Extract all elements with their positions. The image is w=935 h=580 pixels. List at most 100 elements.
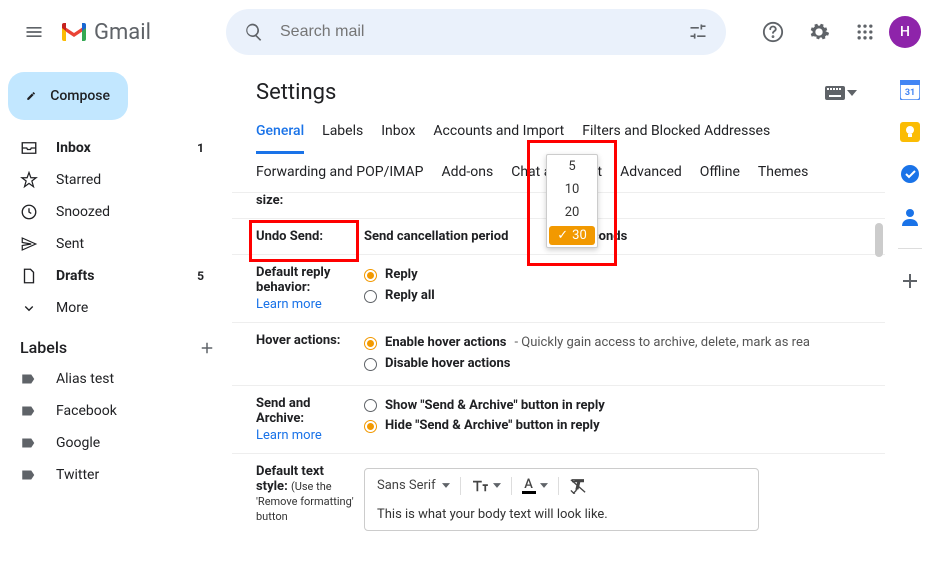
help-icon	[762, 21, 784, 43]
sidebar: Compose Inbox1StarredSnoozedSentDrafts5M…	[0, 64, 232, 580]
search-bar[interactable]	[226, 9, 726, 55]
send-archive-option[interactable]: Show "Send & Archive" button in reply	[364, 396, 861, 417]
chevron-down-icon	[540, 483, 548, 488]
radio-icon	[364, 269, 377, 282]
tab-general[interactable]: General	[256, 113, 304, 154]
tab-themes[interactable]: Themes	[758, 154, 808, 192]
contacts-app-icon[interactable]	[900, 206, 920, 226]
sidebar-item-snoozed[interactable]: Snoozed	[0, 196, 220, 228]
sidebar-item-drafts[interactable]: Drafts5	[0, 260, 220, 292]
label-item-alias-test[interactable]: Alias test	[0, 363, 220, 395]
settings-title: Settings	[256, 80, 336, 105]
undo-send-option-10[interactable]: 10	[547, 178, 597, 201]
apps-icon	[855, 22, 875, 42]
hover-action-option[interactable]: Disable hover actions	[364, 354, 861, 375]
text-color-button[interactable]: A	[522, 478, 548, 494]
keep-app-icon[interactable]	[900, 122, 920, 142]
dropdown-caret-icon	[847, 90, 857, 96]
compose-button[interactable]: Compose	[8, 72, 128, 120]
support-button[interactable]	[751, 10, 795, 54]
font-size-button[interactable]	[471, 479, 501, 493]
menu-icon	[24, 22, 44, 42]
label-icon	[20, 402, 38, 420]
text-size-icon	[471, 479, 489, 493]
send-archive-option[interactable]: Hide "Send & Archive" button in reply	[364, 416, 861, 437]
label-icon	[20, 370, 38, 388]
chevron-down-icon	[442, 483, 450, 488]
pencil-icon	[26, 86, 36, 106]
tab-labels[interactable]: Labels	[322, 113, 363, 154]
sidebar-item-starred[interactable]: Starred	[0, 164, 220, 196]
tab-filters-and-blocked-addresses[interactable]: Filters and Blocked Addresses	[582, 113, 770, 154]
settings-button[interactable]	[797, 10, 841, 54]
hover-actions-label: Hover actions:	[256, 333, 356, 348]
radio-icon	[364, 337, 377, 350]
radio-icon	[364, 290, 377, 303]
side-panel: 31	[885, 64, 935, 580]
chev-icon	[20, 299, 38, 317]
compose-label: Compose	[50, 88, 110, 104]
tab-accounts-and-import[interactable]: Accounts and Import	[433, 113, 564, 154]
main-menu-button[interactable]	[12, 10, 56, 54]
gmail-brand-text: Gmail	[94, 20, 151, 45]
tab-add-ons[interactable]: Add-ons	[441, 154, 493, 192]
send-icon	[20, 235, 38, 253]
default-reply-learn-more[interactable]: Learn more	[256, 297, 356, 312]
scrollbar-thumb[interactable]	[875, 223, 883, 257]
add-label-icon[interactable]	[198, 339, 216, 357]
undo-send-option-5[interactable]: 5	[547, 155, 597, 178]
check-icon: ✓	[557, 228, 568, 243]
remove-formatting-button[interactable]	[569, 478, 587, 494]
search-input[interactable]	[272, 23, 680, 41]
radio-icon	[364, 358, 377, 371]
label-item-twitter[interactable]: Twitter	[0, 459, 220, 491]
account-avatar[interactable]: H	[889, 16, 921, 48]
calendar-app-icon[interactable]: 31	[900, 80, 920, 100]
gear-icon	[808, 21, 830, 43]
svg-text:31: 31	[905, 88, 915, 98]
default-reply-option[interactable]: Reply	[364, 265, 861, 286]
default-reply-option[interactable]: Reply all	[364, 286, 861, 307]
label-item-facebook[interactable]: Facebook	[0, 395, 220, 427]
input-tools-button[interactable]	[821, 82, 861, 104]
undo-send-option-30[interactable]: ✓ 30	[549, 226, 595, 245]
add-addon-icon[interactable]	[900, 271, 920, 291]
sidebar-item-inbox[interactable]: Inbox1	[0, 132, 220, 164]
search-icon	[244, 22, 264, 42]
gmail-logo[interactable]: Gmail	[56, 20, 226, 45]
send-archive-label: Send and Archive:	[256, 396, 310, 426]
tab-advanced[interactable]: Advanced	[620, 154, 682, 192]
sidebar-item-sent[interactable]: Sent	[0, 228, 220, 260]
file-icon	[20, 267, 38, 285]
default-reply-label: Default reply behavior:	[256, 265, 330, 295]
labels-header: Labels	[20, 338, 67, 357]
tab-offline[interactable]: Offline	[700, 154, 740, 192]
settings-panel: Settings General Labels Inbox Accounts and …	[232, 64, 885, 580]
chevron-down-icon	[493, 483, 501, 488]
font-selector[interactable]: Sans Serif	[377, 478, 450, 493]
sidebar-item-more[interactable]: More	[0, 292, 220, 324]
tune-icon	[688, 22, 708, 42]
radio-icon	[364, 420, 377, 433]
star-icon	[20, 171, 38, 189]
search-icon-button[interactable]	[236, 14, 272, 50]
inbox-icon	[20, 139, 38, 157]
label-icon	[20, 434, 38, 452]
undo-send-text-before: Send cancellation period	[364, 229, 508, 244]
search-options-button[interactable]	[680, 14, 716, 50]
undo-send-option-20[interactable]: 20	[547, 201, 597, 224]
tab-forwarding-and-pop-imap[interactable]: Forwarding and POP/IMAP	[256, 154, 423, 192]
send-archive-learn-more[interactable]: Learn more	[256, 428, 356, 443]
label-item-google[interactable]: Google	[0, 427, 220, 459]
keyboard-icon	[825, 86, 845, 100]
label-icon	[20, 466, 38, 484]
apps-button[interactable]	[843, 10, 887, 54]
clock-icon	[20, 203, 38, 221]
undo-send-label: Undo Send:	[256, 229, 356, 244]
gmail-icon	[60, 21, 88, 43]
text-style-toolbar: Sans Serif	[364, 468, 759, 531]
undo-send-dropdown[interactable]: 51020 ✓ 30	[546, 154, 598, 248]
tasks-app-icon[interactable]	[900, 164, 920, 184]
hover-action-option[interactable]: Enable hover actions - Quickly gain acce…	[364, 333, 861, 354]
tab-inbox[interactable]: Inbox	[381, 113, 415, 154]
